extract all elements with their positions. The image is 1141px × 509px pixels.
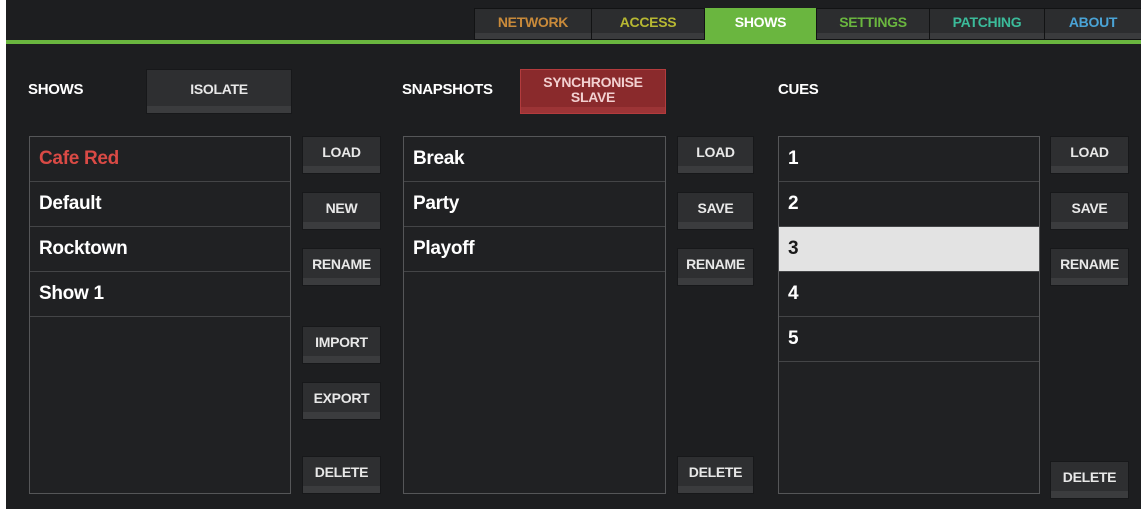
tab-about-label: ABOUT bbox=[1068, 14, 1118, 30]
list-item-selected[interactable]: 3 bbox=[779, 227, 1039, 272]
list-item[interactable]: Party bbox=[404, 182, 665, 227]
shows-rename-button[interactable]: RENAME bbox=[302, 248, 381, 286]
cues-heading: CUES bbox=[778, 81, 819, 98]
cues-delete-button[interactable]: DELETE bbox=[1050, 461, 1129, 499]
list-item[interactable]: 5 bbox=[779, 317, 1039, 362]
cues-rename-label: RENAME bbox=[1060, 256, 1119, 272]
shows-heading: SHOWS bbox=[28, 81, 84, 98]
sync-label-line1: SYNCHRONISE bbox=[543, 73, 643, 90]
list-item[interactable]: Show 1 bbox=[30, 272, 290, 317]
cues-list[interactable]: 1 2 3 4 5 bbox=[778, 136, 1040, 494]
tab-settings-label: SETTINGS bbox=[839, 14, 907, 30]
shows-import-label: IMPORT bbox=[315, 334, 368, 350]
shows-load-label: LOAD bbox=[322, 144, 361, 160]
shows-export-button[interactable]: EXPORT bbox=[302, 382, 381, 420]
tab-shows[interactable]: SHOWS bbox=[705, 8, 816, 40]
cues-load-label: LOAD bbox=[1070, 144, 1109, 160]
cues-save-label: SAVE bbox=[1071, 200, 1108, 216]
list-item[interactable]: Playoff bbox=[404, 227, 665, 272]
snapshots-load-label: LOAD bbox=[696, 144, 735, 160]
tab-shows-label: SHOWS bbox=[734, 14, 787, 30]
snapshots-save-button[interactable]: SAVE bbox=[677, 192, 754, 230]
snapshots-rename-label: RENAME bbox=[686, 256, 745, 272]
snapshots-delete-label: DELETE bbox=[688, 464, 743, 480]
shows-new-button[interactable]: NEW bbox=[302, 192, 381, 230]
shows-delete-button[interactable]: DELETE bbox=[302, 456, 381, 494]
cues-load-button[interactable]: LOAD bbox=[1050, 136, 1129, 174]
tab-patching-label: PATCHING bbox=[952, 14, 1022, 30]
snapshots-save-label: SAVE bbox=[697, 200, 734, 216]
shows-load-button[interactable]: LOAD bbox=[302, 136, 381, 174]
list-item[interactable]: 2 bbox=[779, 182, 1039, 227]
tab-network-label: NETWORK bbox=[497, 14, 569, 30]
snapshots-load-button[interactable]: LOAD bbox=[677, 136, 754, 174]
snapshots-rename-button[interactable]: RENAME bbox=[677, 248, 754, 286]
sync-label-line2: SLAVE bbox=[570, 88, 616, 105]
cues-rename-button[interactable]: RENAME bbox=[1050, 248, 1129, 286]
isolate-button[interactable]: ISOLATE bbox=[146, 69, 292, 114]
synchronise-slave-button[interactable]: SYNCHRONISE SLAVE bbox=[520, 69, 666, 114]
shows-rename-label: RENAME bbox=[312, 256, 371, 272]
list-item[interactable]: Cafe Red bbox=[30, 137, 290, 182]
snapshots-list[interactable]: Break Party Playoff bbox=[403, 136, 666, 494]
cues-save-button[interactable]: SAVE bbox=[1050, 192, 1129, 230]
snapshots-heading: SNAPSHOTS bbox=[402, 81, 493, 98]
shows-list[interactable]: Cafe Red Default Rocktown Show 1 bbox=[29, 136, 291, 494]
list-item[interactable]: Default bbox=[30, 182, 290, 227]
shows-delete-label: DELETE bbox=[314, 464, 369, 480]
cues-delete-label: DELETE bbox=[1062, 469, 1117, 485]
shows-new-label: NEW bbox=[325, 200, 358, 216]
tab-underline bbox=[6, 40, 1141, 44]
console-screen: NETWORK ACCESS SHOWS SETTINGS PATCHING A… bbox=[6, 0, 1141, 509]
isolate-button-label: ISOLATE bbox=[190, 80, 248, 97]
snapshots-delete-button[interactable]: DELETE bbox=[677, 456, 754, 494]
tab-patching[interactable]: PATCHING bbox=[929, 8, 1045, 40]
tab-access-label: ACCESS bbox=[619, 14, 677, 30]
list-item[interactable]: 4 bbox=[779, 272, 1039, 317]
list-item[interactable]: 1 bbox=[779, 137, 1039, 182]
tab-access[interactable]: ACCESS bbox=[591, 8, 705, 40]
tab-network[interactable]: NETWORK bbox=[474, 8, 592, 40]
tab-settings[interactable]: SETTINGS bbox=[816, 8, 930, 40]
shows-import-button[interactable]: IMPORT bbox=[302, 326, 381, 364]
tab-about[interactable]: ABOUT bbox=[1044, 8, 1141, 40]
list-item[interactable]: Rocktown bbox=[30, 227, 290, 272]
shows-export-label: EXPORT bbox=[313, 390, 370, 406]
list-item[interactable]: Break bbox=[404, 137, 665, 182]
